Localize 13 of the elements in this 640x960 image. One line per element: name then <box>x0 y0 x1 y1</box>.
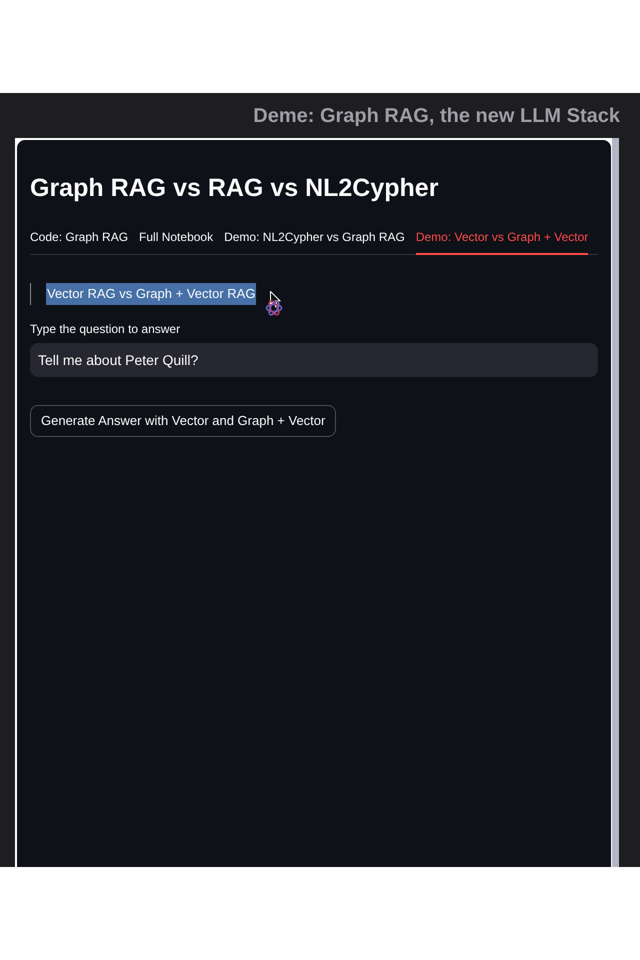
cursor-icon <box>270 291 282 308</box>
scrollbar[interactable] <box>612 138 619 867</box>
banner-title: Deme: Graph RAG, the new LLM Stack <box>253 104 620 128</box>
section-heading: Vector RAG vs Graph + Vector RAG <box>46 283 256 305</box>
tab[interactable]: Full Notebook <box>139 220 214 255</box>
tab[interactable]: Demo: Vector vs Graph + Vector <box>416 220 588 255</box>
tab[interactable]: Demo: NL2Cypher vs Graph RAG <box>224 220 405 255</box>
knot-logo-icon <box>265 299 284 317</box>
tab[interactable]: Code: Graph RAG <box>30 220 128 255</box>
field-label: Type the question to answer <box>30 321 182 337</box>
app-title: Graph RAG vs RAG vs NL2Cypher <box>30 173 440 204</box>
generate-answer-button[interactable]: Generate Answer with Vector and Graph + Vector <box>30 405 336 437</box>
question-input[interactable]: Tell me about Peter Quill? <box>30 343 598 377</box>
